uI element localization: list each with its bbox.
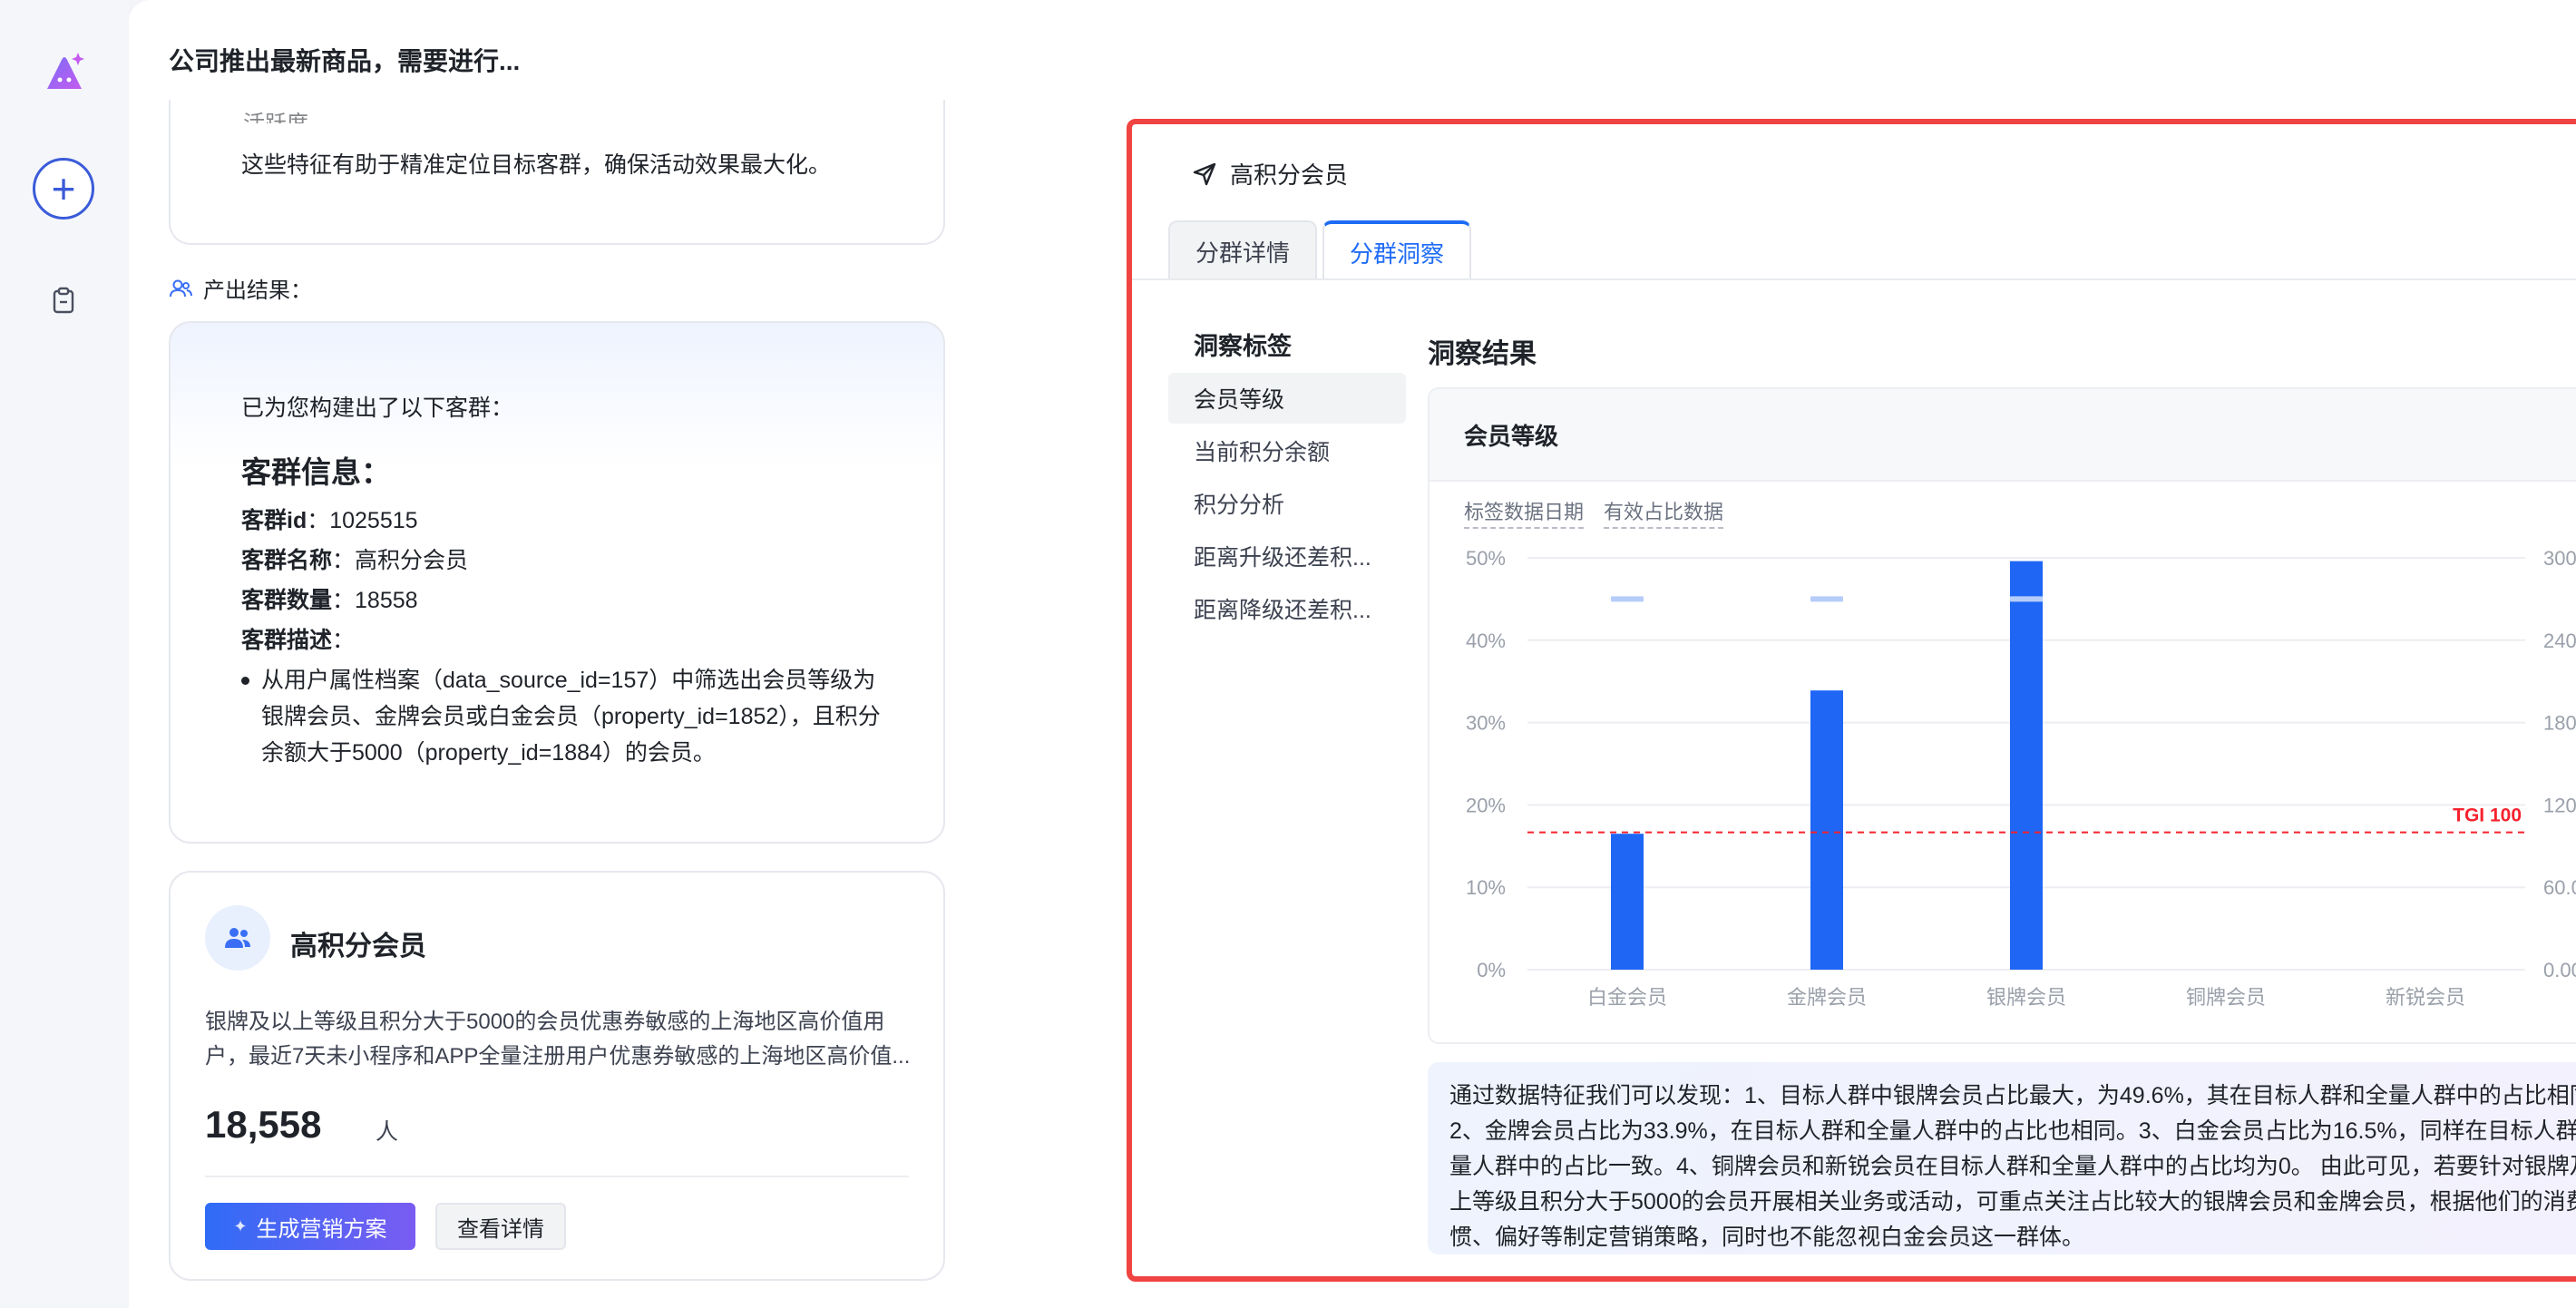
segment-count-row: 客群数量：18558 <box>241 582 418 615</box>
panel-header: 高积分会员 <box>1192 157 1348 190</box>
left-rail: + <box>0 0 129 1308</box>
tgi-marker <box>1611 596 1644 602</box>
segment-desc-bullet: 从用户属性档案（data_source_id=157）中筛选出会员等级为银牌会员… <box>241 662 887 771</box>
y-left-tick-label: 20% <box>1466 794 1506 816</box>
segment-count-value: ：18558 <box>332 588 418 613</box>
member-level-chart: 0% 10% 20% 30% 40% 50% 0.00 60.00 120.00 180.00 24… <box>1466 547 2576 1009</box>
output-label-text: 产出结果： <box>203 278 312 303</box>
y-left-tick-label: 0% <box>1477 959 1506 981</box>
segment-count-unit: 人 <box>376 1119 399 1145</box>
segment-desc-row: 客群描述： <box>241 622 355 655</box>
segment-desc-label: 客群描述 <box>241 628 333 653</box>
output-label: 产出结果： <box>169 272 312 304</box>
conversation-title: 公司推出最新商品，需要进行... <box>169 47 521 75</box>
x-tick-label: 新锐会员 <box>2386 986 2465 1009</box>
segment-detail-panel: 高积分会员 分群详情 分群洞察 洞察标签 会员等级 当前积分余额 积分分析 距离… <box>1127 119 2576 1282</box>
segment-info-card: 已为您构建出了以下客群： 客群信息： 客群id：1025515 客群名称：高积分… <box>169 321 945 844</box>
panel-tabs: 分群详情 分群洞察 <box>1168 220 1472 280</box>
tgi-marker <box>2010 596 2043 602</box>
tabs-divider <box>1132 278 2576 280</box>
main-area: 公司推出最新商品，需要进行... 活跃度 这些特征有助于精准定位目标客群，确保活… <box>129 0 2576 1308</box>
segment-id-value: ：1025515 <box>307 508 418 533</box>
y-right-tick-label: 120.00 <box>2543 794 2576 816</box>
clipboard-icon[interactable] <box>53 287 74 314</box>
x-tick-label: 铜牌会员 <box>2186 986 2266 1009</box>
insight-tag-item[interactable]: 距离降级还差积... <box>1168 583 1406 634</box>
segment-count-label: 客群数量 <box>241 588 333 613</box>
new-chat-button[interactable]: + <box>33 158 94 220</box>
bar <box>1810 690 1843 970</box>
segment-name-label: 客群名称 <box>241 548 333 573</box>
insight-tag-item[interactable]: 距离升级还差积... <box>1168 531 1406 581</box>
insight-summary: 通过数据特征我们可以发现：1、目标人群中银牌会员占比最大，为49.6%，其在目标… <box>1428 1062 2576 1254</box>
x-tick-label: 银牌会员 <box>1986 986 2066 1009</box>
message-line: 这些特征有助于精准定位目标客群，确保活动效果最大化。 <box>241 152 832 178</box>
insight-tag-list: 洞察标签 会员等级 当前积分余额 积分分析 距离升级还差积... 距离降级还差积… <box>1168 317 1406 634</box>
x-tick-label: 金牌会员 <box>1787 986 1867 1009</box>
tab-segment-insights[interactable]: 分群洞察 <box>1322 220 1472 280</box>
y-right-tick-label: 180.00 <box>2543 712 2576 735</box>
users-icon <box>225 928 250 948</box>
divider <box>205 1176 909 1177</box>
generate-plan-button[interactable]: ✦ 生成营销方案 <box>205 1203 415 1250</box>
segment-count: 18,558 <box>205 1103 322 1146</box>
insight-tag-item[interactable]: 当前积分余额 <box>1168 425 1406 476</box>
insight-tag-item[interactable]: 积分分析 <box>1168 478 1406 529</box>
send-icon <box>1193 162 1216 185</box>
tab-segment-details[interactable]: 分群详情 <box>1168 220 1318 280</box>
truncated-line: 活跃度 <box>243 105 308 123</box>
bar <box>1611 834 1644 970</box>
insight-result-title: 洞察结果 <box>1428 339 1537 369</box>
tgi-reference-label: TGI 100 <box>2453 805 2522 826</box>
segment-name-value: ：高积分会员 <box>332 548 469 573</box>
insight-tag-item[interactable]: 会员等级 <box>1168 373 1406 424</box>
x-tick-label: 白金会员 <box>1587 986 1667 1009</box>
segment-name-row: 客群名称：高积分会员 <box>241 542 468 575</box>
segment-id-label: 客群id <box>241 508 307 533</box>
segment-info-heading: 客群信息： <box>241 455 391 489</box>
y-left-tick-label: 40% <box>1466 630 1506 652</box>
view-details-button[interactable]: 查看详情 <box>435 1203 566 1250</box>
panel-title: 高积分会员 <box>1230 161 1349 189</box>
segment-description: 银牌及以上等级且积分大于5000的会员优惠券敏感的上海地区高价值用户，最近7天未… <box>205 1010 911 1069</box>
y-left-tick-label: 10% <box>1466 876 1506 899</box>
segment-desc-colon: ： <box>332 628 356 653</box>
generate-plan-label: 生成营销方案 <box>256 1216 387 1242</box>
chart-card: 会员等级 标签数据日期 有效占比数据 0%10%20%30%40%50%0.00… <box>1428 387 2576 1044</box>
y-right-tick-label: 0.00 <box>2543 959 2576 981</box>
segment-name: 高积分会员 <box>290 932 426 961</box>
tgi-marker <box>1810 596 1843 602</box>
segment-summary-card[interactable]: 高积分会员 银牌及以上等级且积分大于5000的会员优惠券敏感的上海地区高价值用户… <box>169 871 945 1281</box>
users-icon <box>170 279 192 297</box>
y-right-tick-label: 240.00 <box>2543 630 2576 652</box>
y-left-tick-label: 30% <box>1466 712 1506 735</box>
app-logo-icon[interactable] <box>42 49 87 94</box>
y-right-tick-label: 60.00 <box>2543 876 2576 899</box>
sparkle-icon: ✦ <box>233 1216 248 1235</box>
y-right-tick-label: 300.00 <box>2543 547 2576 570</box>
bar <box>2010 561 2043 970</box>
previous-message-card: 活跃度 这些特征有助于精准定位目标客群，确保活动效果最大化。 <box>169 100 945 245</box>
segment-id-row: 客群id：1025515 <box>241 503 418 535</box>
y-left-tick-label: 50% <box>1466 547 1506 570</box>
insight-tag-heading: 洞察标签 <box>1194 332 1292 360</box>
intro-text: 已为您构建出了以下客群： <box>241 395 514 421</box>
segment-avatar <box>205 905 270 971</box>
